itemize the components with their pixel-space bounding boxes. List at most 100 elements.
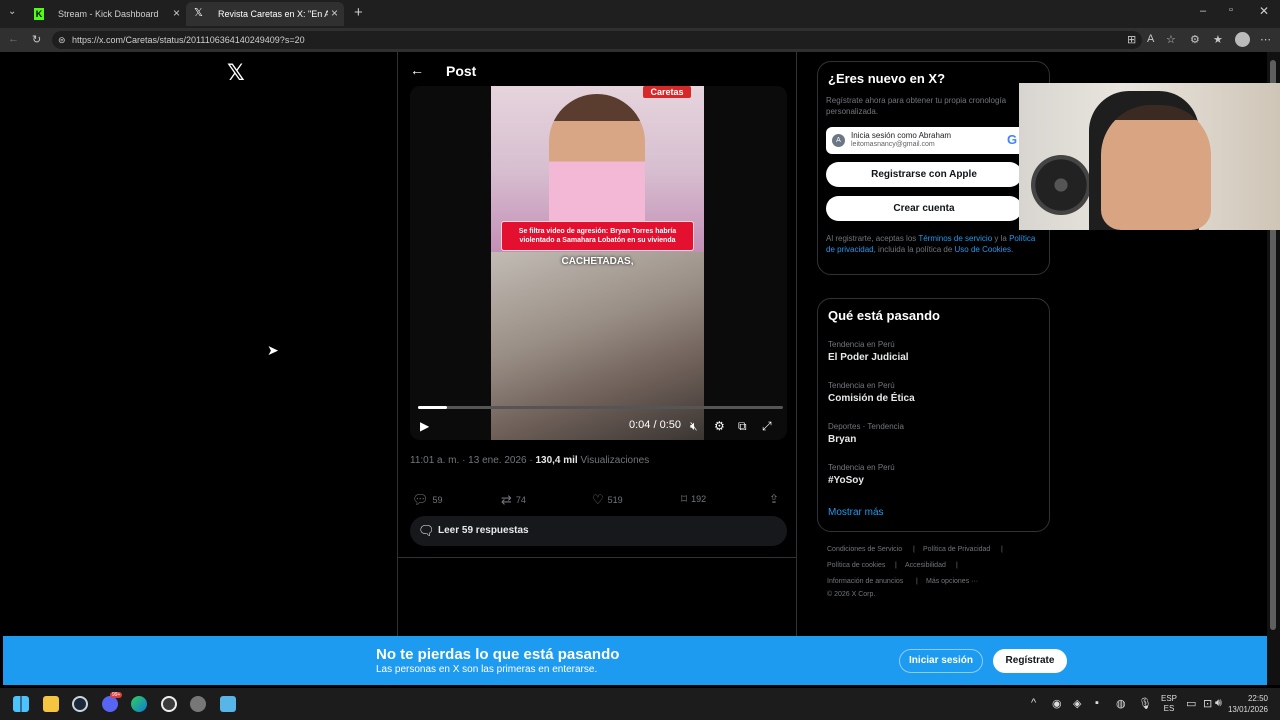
- settings-gear-icon[interactable]: ⚙: [714, 419, 725, 433]
- video-progress-bar[interactable]: [418, 406, 783, 409]
- bookmark-button[interactable]: ⌑ 192: [681, 492, 706, 506]
- address-bar[interactable]: ⊜ https://x.com/Caretas/status/201110636…: [52, 31, 1142, 49]
- split-screen-icon[interactable]: ⊞: [1127, 33, 1136, 46]
- reload-icon[interactable]: ↻: [32, 33, 41, 46]
- like-count: 519: [607, 495, 623, 505]
- show-more-link[interactable]: Mostrar más: [828, 507, 884, 518]
- obs-icon[interactable]: [161, 696, 177, 712]
- video-player[interactable]: Caretas Se filtra video de agresión: Bry…: [410, 86, 787, 440]
- trend-category: Tendencia en Perú: [828, 381, 895, 390]
- tab-kick-dashboard[interactable]: K Stream - Kick Dashboard ×: [26, 2, 186, 26]
- pip-icon[interactable]: ⧉: [738, 419, 747, 434]
- register-button[interactable]: Regístrate: [993, 649, 1067, 673]
- tweet-views-label: Visualizaciones: [577, 455, 650, 466]
- steam-icon[interactable]: [72, 696, 88, 712]
- kick-logo-icon: K: [34, 8, 44, 20]
- read-aloud-icon[interactable]: A: [1147, 33, 1154, 45]
- tab-caretas-post[interactable]: 𝕏 Revista Caretas en X: "En Amor y F ×: [186, 2, 344, 26]
- favorite-star-icon[interactable]: ☆: [1166, 33, 1176, 46]
- footer-link[interactable]: Accesibilidad: [905, 562, 946, 569]
- google-signin-button[interactable]: A Inicia sesión como Abraham leitomasnan…: [826, 127, 1041, 154]
- share-icon[interactable]: ⇪: [769, 492, 779, 506]
- clock[interactable]: 22:50 13/01/2026: [1225, 693, 1268, 715]
- footer-link[interactable]: Política de Privacidad: [923, 546, 990, 553]
- language-indicator[interactable]: ESP ES: [1161, 694, 1177, 714]
- trend-name: El Poder Judicial: [828, 352, 909, 363]
- trend-item[interactable]: Tendencia en Perú #YoSoy: [818, 462, 1049, 498]
- app-icon[interactable]: [190, 696, 206, 712]
- webcam-overlay: [1019, 83, 1280, 230]
- tweet-views-count: 130,4 mil: [535, 455, 578, 466]
- more-menu-icon[interactable]: ⋯: [1260, 33, 1271, 46]
- mute-icon[interactable]: 🔇︎: [690, 419, 698, 434]
- google-signin-email: leitomasnancy@gmail.com: [851, 141, 935, 148]
- google-g-icon: G: [1007, 132, 1018, 147]
- like-button[interactable]: ♡ 519: [592, 492, 623, 508]
- banner-title: No te pierdas lo que está pasando: [376, 646, 620, 663]
- footer-link[interactable]: Política de cookies: [827, 562, 885, 569]
- footer-link[interactable]: Condiciones de Servicio: [827, 546, 902, 553]
- tray-app-icon[interactable]: ▪: [1095, 697, 1099, 709]
- legal-text-1: Al registrarte, aceptas los: [826, 234, 919, 243]
- start-windows-icon[interactable]: [13, 696, 29, 712]
- reply-button[interactable]: 💬︎ 59: [412, 492, 443, 508]
- post-column: ← Post Caretas Se filtra video de agresi…: [397, 52, 797, 636]
- account-avatar: A: [832, 134, 845, 147]
- play-icon[interactable]: ▶: [420, 419, 429, 433]
- favorites-icon[interactable]: ★: [1213, 33, 1223, 46]
- apple-signup-button[interactable]: Registrarse con Apple: [826, 162, 1022, 187]
- back-icon[interactable]: ←: [8, 33, 19, 45]
- extensions-icon[interactable]: ⚙: [1190, 33, 1200, 46]
- tray-chevron-icon[interactable]: ^: [1031, 697, 1036, 709]
- new-tab-button[interactable]: +: [354, 4, 363, 21]
- webcam-fan: [1031, 155, 1091, 215]
- close-tab-icon[interactable]: ×: [173, 6, 180, 20]
- close-window-button[interactable]: ✕: [1259, 4, 1269, 18]
- maximize-window-button[interactable]: ▫: [1229, 4, 1233, 16]
- trend-category: Tendencia en Perú: [828, 463, 895, 472]
- notepad-icon[interactable]: [220, 696, 236, 712]
- network-icon[interactable]: ⊡: [1203, 697, 1212, 710]
- create-account-button[interactable]: Crear cuenta: [826, 196, 1022, 221]
- trend-item[interactable]: Tendencia en Perú El Poder Judicial: [818, 339, 1049, 375]
- x-logo-icon: 𝕏: [194, 7, 203, 19]
- site-info-icon[interactable]: ⊜: [58, 31, 66, 49]
- x-home-logo-icon[interactable]: 𝕏: [227, 60, 245, 86]
- profile-avatar[interactable]: [1235, 32, 1250, 47]
- tray-app-icon[interactable]: 🎙︎: [1138, 697, 1152, 710]
- tray-app-icon[interactable]: ◉: [1052, 697, 1062, 710]
- close-tab-icon[interactable]: ×: [331, 6, 338, 20]
- trend-name: Comisión de Ética: [828, 393, 915, 404]
- repost-button[interactable]: ⇄ 74: [501, 492, 526, 508]
- tray-steam-icon[interactable]: ◍: [1116, 697, 1126, 710]
- minimize-window-button[interactable]: –: [1200, 5, 1206, 17]
- trend-item[interactable]: Deportes · Tendencia Bryan: [818, 421, 1049, 457]
- display-icon[interactable]: ▭: [1186, 697, 1196, 710]
- tab-list-chevron-icon[interactable]: ⌄: [8, 6, 16, 17]
- caretas-logo: Caretas: [643, 86, 691, 98]
- bookmark-icon: ⌑: [681, 492, 688, 506]
- banner-subtitle: Las personas en X son las primeras en en…: [376, 664, 598, 675]
- volume-icon[interactable]: 🔊︎: [1215, 697, 1222, 710]
- edge-icon[interactable]: [131, 696, 147, 712]
- discord-icon[interactable]: [102, 696, 118, 712]
- read-replies-button[interactable]: 🗨︎ Leer 59 respuestas: [410, 516, 787, 546]
- file-explorer-icon[interactable]: [43, 696, 59, 712]
- footer-link[interactable]: Más opciones ···: [926, 578, 978, 585]
- clock-time: 22:50: [1247, 694, 1268, 703]
- repost-icon: ⇄: [501, 492, 512, 507]
- tray-app-icon[interactable]: ◈: [1073, 697, 1081, 710]
- tab-title: Revista Caretas en X: "En Amor y F: [218, 9, 328, 19]
- video-studio-scene: Caretas Se filtra video de agresión: Bry…: [491, 86, 704, 252]
- footer-link[interactable]: Información de anuncios: [827, 578, 903, 585]
- trend-item[interactable]: Tendencia en Perú Comisión de Ética: [818, 380, 1049, 416]
- video-time: 0:04 / 0:50: [629, 419, 681, 431]
- login-button[interactable]: Iniciar sesión: [899, 649, 983, 673]
- discord-badge: 99+: [110, 692, 123, 698]
- fullscreen-icon[interactable]: ⤢: [762, 419, 772, 434]
- legal-text-2: y la: [992, 234, 1010, 243]
- tweet-timestamp[interactable]: 11:01 a. m. · 13 ene. 2026 ·: [410, 455, 535, 466]
- terms-link[interactable]: Términos de servicio: [918, 234, 992, 243]
- cookies-link[interactable]: Uso de Cookies: [955, 245, 1011, 254]
- back-arrow-button[interactable]: ←: [410, 62, 424, 78]
